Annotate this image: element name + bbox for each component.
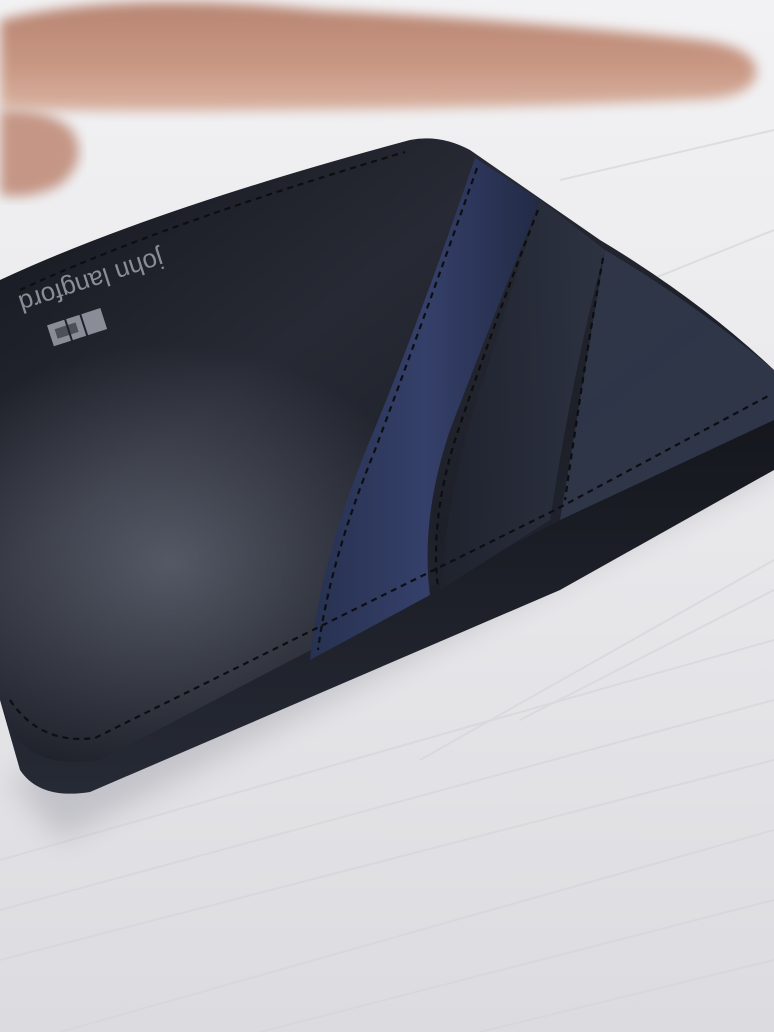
photo-scene: john langford [0,0,774,1032]
